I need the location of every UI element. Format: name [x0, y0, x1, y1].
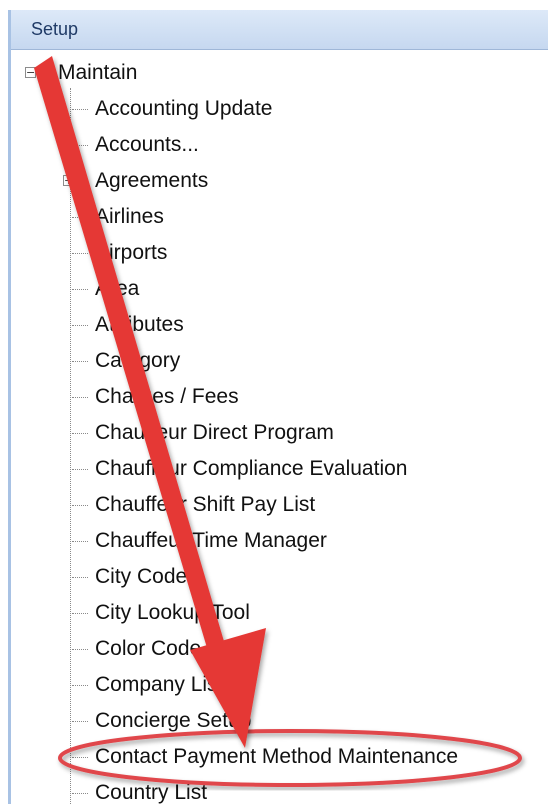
expand-icon[interactable]: + — [63, 139, 74, 150]
tree-branch-line — [72, 361, 88, 362]
tree-item[interactable]: Airlines — [95, 205, 164, 229]
tree-branch-line — [72, 181, 88, 182]
tree-branch-line — [72, 433, 88, 434]
tree-item[interactable]: Company List — [95, 673, 223, 697]
tree-branch-line — [72, 397, 88, 398]
expand-icon[interactable]: + — [63, 175, 74, 186]
tree-branch-line — [72, 685, 88, 686]
tree-item[interactable]: Color Code List — [95, 637, 240, 661]
tree-connector — [70, 88, 71, 804]
tree-branch-line — [72, 505, 88, 506]
tree-item[interactable]: Charges / Fees — [95, 385, 239, 409]
tree-item[interactable]: Chauffeur Direct Program — [95, 421, 334, 445]
tree-branch-line — [72, 757, 88, 758]
tree-branch-line — [72, 109, 88, 110]
collapse-icon[interactable]: − — [25, 67, 36, 78]
tree-branch-line — [72, 793, 88, 794]
tree-branch-line — [72, 289, 88, 290]
tree-item[interactable]: Accounting Update — [95, 97, 272, 121]
tree-item[interactable]: Attributes — [95, 313, 184, 337]
tree-branch-line — [72, 721, 88, 722]
tree-branch-line — [72, 469, 88, 470]
tree-branch-line — [72, 613, 88, 614]
tree-item[interactable]: Chauffeur Shift Pay List — [95, 493, 315, 517]
tree-item[interactable]: Area — [95, 277, 139, 301]
tree-branch-line — [72, 325, 88, 326]
tree-item[interactable]: Chauffeur Compliance Evaluation — [95, 457, 407, 481]
tree-item[interactable]: Accounts... — [95, 133, 199, 157]
tree-item[interactable]: Category — [95, 349, 180, 373]
tree-item[interactable]: City Codes — [95, 565, 198, 589]
maintain-tree: − Maintain Accounting Update + Accounts...… — [0, 0, 548, 804]
tree-item[interactable]: City Lookup Tool — [95, 601, 250, 625]
tree-item[interactable]: Country List — [95, 781, 207, 805]
tree-item[interactable]: Airports — [95, 241, 167, 265]
setup-panel: Setup − Maintain Accounting Update + Accou… — [0, 0, 548, 804]
tree-branch-line — [72, 577, 88, 578]
tree-root-maintain[interactable]: Maintain — [58, 61, 137, 85]
tree-branch-line — [72, 145, 88, 146]
tree-item[interactable]: Agreements — [95, 169, 208, 193]
tree-branch-line — [72, 253, 88, 254]
tree-branch-line — [72, 217, 88, 218]
tree-item[interactable]: Chauffeur Time Manager — [95, 529, 327, 553]
tree-item[interactable]: Concierge Setup — [95, 709, 251, 733]
tree-branch-line — [72, 649, 88, 650]
tree-item[interactable]: Contact Payment Method Maintenance — [95, 745, 458, 769]
tree-branch-line — [72, 541, 88, 542]
